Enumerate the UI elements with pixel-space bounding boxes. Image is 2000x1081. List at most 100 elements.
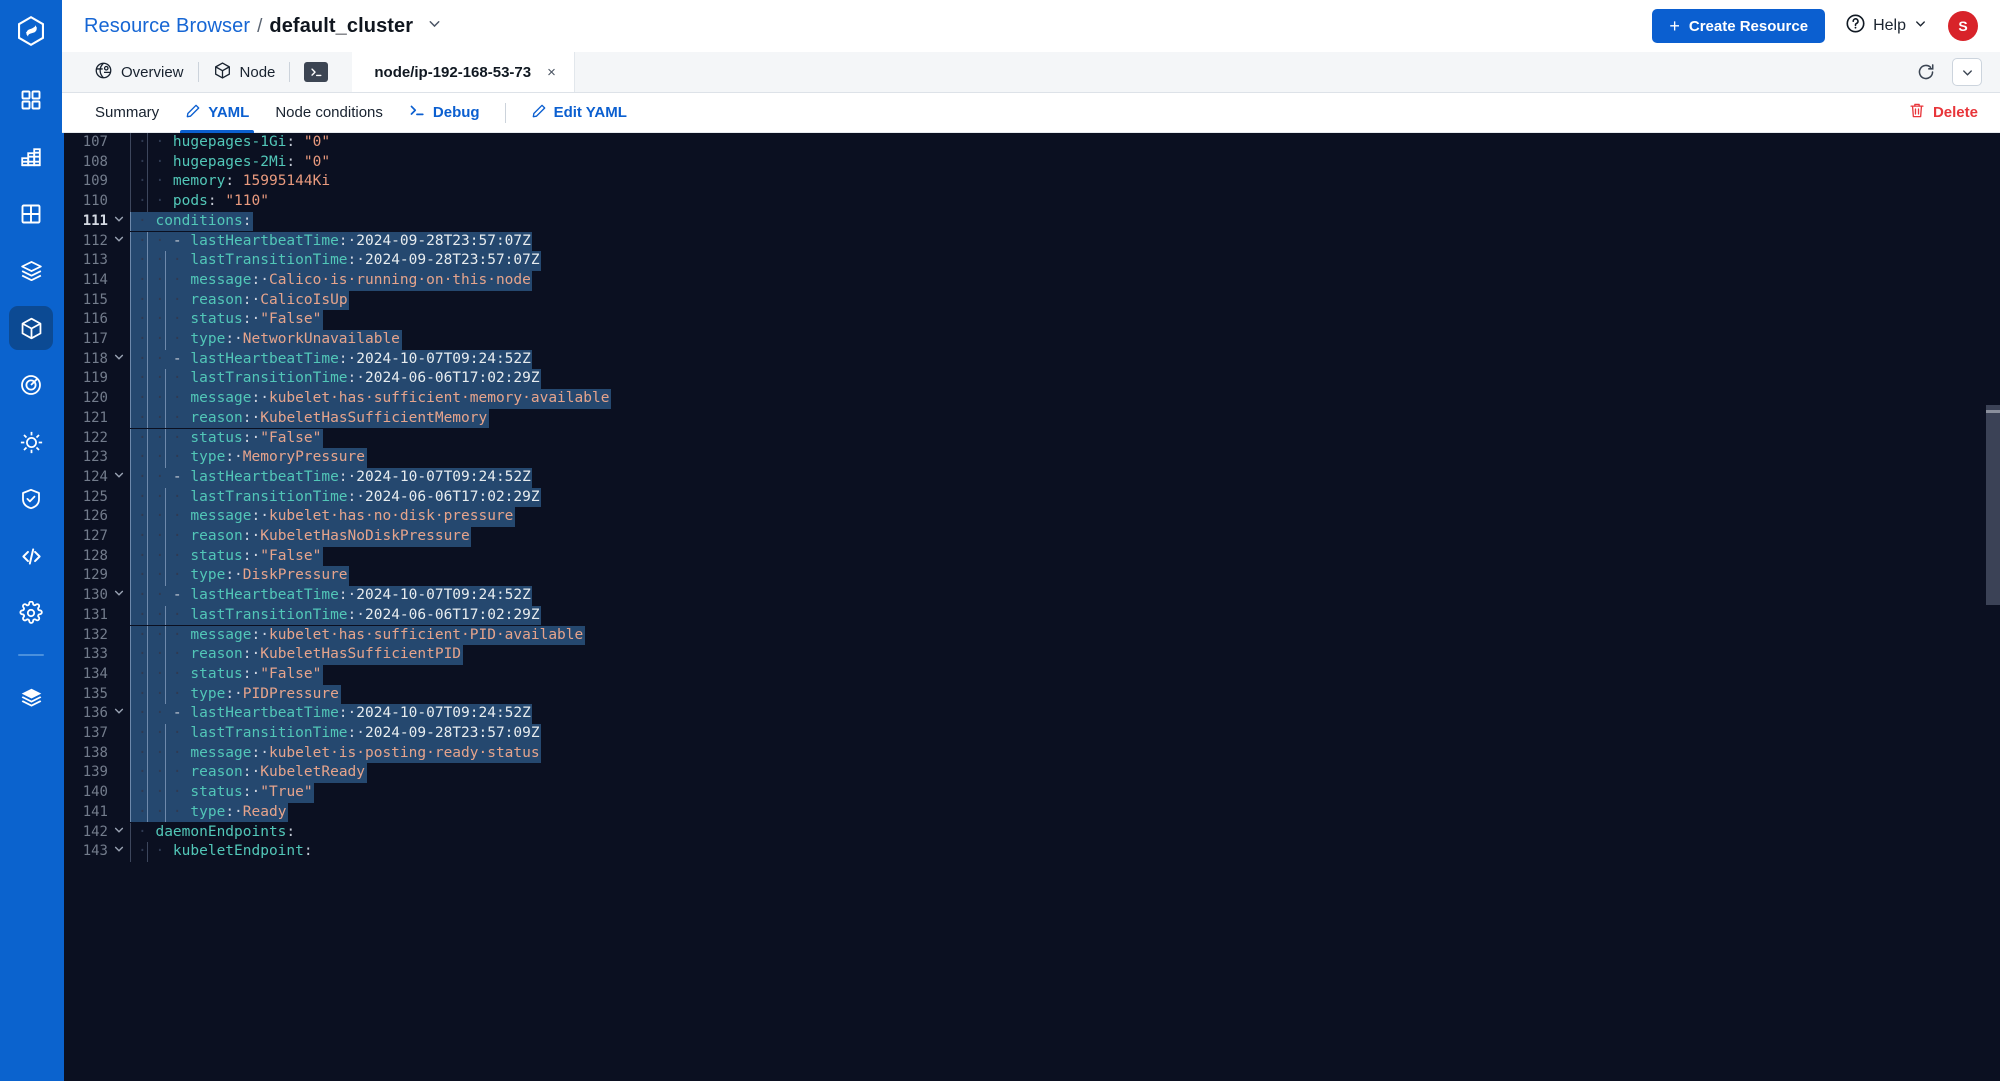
sidebar-item-workloads[interactable] — [9, 249, 53, 293]
code-line[interactable]: 136 · · - lastHeartbeatTime:·2024-10-07T0… — [62, 704, 2000, 724]
sidebar-item-observability[interactable] — [9, 363, 53, 407]
close-icon[interactable]: × — [547, 64, 556, 81]
tabstrip-actions — [1914, 52, 2000, 92]
fold-chevron-down-icon[interactable] — [108, 842, 130, 862]
fold-chevron-down-icon[interactable] — [108, 704, 130, 724]
code-line[interactable]: 127 · · · reason:·KubeletHasNoDiskPressur… — [62, 527, 2000, 547]
indent-guide — [147, 625, 149, 646]
create-resource-button[interactable]: + Create Resource — [1652, 9, 1826, 43]
indent-guide — [147, 349, 149, 370]
app-logo[interactable] — [0, 0, 62, 62]
fold-chevron-down-icon[interactable] — [108, 823, 130, 843]
code-line[interactable]: 121 · · · reason:·KubeletHasSufficientMem… — [62, 408, 2000, 429]
code-line[interactable]: 120 · · · message:·kubelet·has·sufficient… — [62, 389, 2000, 409]
code-line[interactable]: 122 · · · status:·"False" — [62, 428, 2000, 449]
avatar[interactable]: S — [1948, 11, 1978, 41]
code-line[interactable]: 141 · · · type:·Ready — [62, 802, 2000, 823]
sidebar-item-settings[interactable] — [9, 591, 53, 635]
subtab-node-conditions[interactable]: Node conditions — [262, 93, 396, 133]
delete-button[interactable]: Delete — [1905, 102, 1982, 123]
line-number: 117 — [82, 331, 108, 347]
code-line[interactable]: 133 · · · reason:·KubeletHasSufficientPID — [62, 645, 2000, 665]
scrollbar-thumb[interactable] — [1986, 405, 2000, 605]
line-number: 121 — [82, 409, 108, 426]
sidebar-item-tables[interactable] — [9, 192, 53, 236]
refresh-icon[interactable] — [1914, 60, 1938, 84]
indent-guide — [164, 389, 166, 409]
tab-node[interactable]: Node — [199, 52, 290, 93]
fold-chevron-down-icon[interactable] — [108, 350, 130, 370]
edit-yaml-button[interactable]: Edit YAML — [518, 93, 640, 133]
code-line[interactable]: 140 · · · status:·"True" — [62, 783, 2000, 803]
fold-chevron-down-icon[interactable] — [108, 586, 130, 606]
yaml-editor[interactable]: 107 · · hugepages-1Gi: "0" 108 · · hugepage… — [62, 133, 2000, 1081]
fold-chevron-down-icon[interactable] — [108, 468, 130, 488]
subtab-yaml[interactable]: YAML — [172, 93, 262, 133]
code-line[interactable]: 123 · · · type:·MemoryPressure — [62, 448, 2000, 468]
code-line[interactable]: 109 · · memory: 15995144Ki — [62, 172, 2000, 193]
help-menu[interactable]: Help — [1845, 13, 1928, 39]
fold-chevron-down-icon[interactable] — [108, 212, 130, 232]
sidebar-item-security[interactable] — [9, 477, 53, 521]
subtab-debug[interactable]: Debug — [396, 93, 493, 133]
code-line[interactable]: 128 · · · status:·"False" — [62, 546, 2000, 567]
code-line[interactable]: 107 · · hugepages-1Gi: "0" — [62, 133, 2000, 153]
code-line[interactable]: 125 · · · lastTransitionTime:·2024-06-06T… — [62, 487, 2000, 508]
chevron-down-icon[interactable] — [1952, 58, 1982, 86]
breadcrumb-root-link[interactable]: Resource Browser — [84, 15, 250, 38]
code-line[interactable]: 119 · · · lastTransitionTime:·2024-06-06T… — [62, 369, 2000, 390]
tab-strip: Overview Node node/ip-192-168-53-73 × — [62, 52, 2000, 93]
indent-guide — [147, 842, 149, 862]
tab-overview[interactable]: Overview — [80, 52, 198, 93]
code-line[interactable]: 135 · · · type:·PIDPressure — [62, 684, 2000, 705]
help-circle-icon — [1845, 13, 1866, 39]
fold-chevron-down-icon[interactable] — [108, 232, 130, 252]
code-line[interactable]: 126 · · · message:·kubelet·has·no·disk·pr… — [62, 507, 2000, 527]
code-line[interactable]: 111 · conditions: — [62, 211, 2000, 232]
code-text: · · hugepages-2Mi: "0" — [130, 152, 2000, 173]
code-line[interactable]: 110 · · pods: "110" — [62, 192, 2000, 212]
code-line[interactable]: 142 · daemonEndpoints: — [62, 822, 2000, 843]
code-line[interactable]: 139 · · · reason:·KubeletReady — [62, 763, 2000, 784]
target-circle-icon — [19, 373, 43, 397]
code-line[interactable]: 137 · · · lastTransitionTime:·2024-09-28T… — [62, 724, 2000, 744]
sidebar-item-metrics[interactable] — [9, 135, 53, 179]
subtab-summary[interactable]: Summary — [82, 93, 172, 133]
code-line[interactable]: 130 · · - lastHeartbeatTime:·2024-10-07T0… — [62, 586, 2000, 606]
code-line[interactable]: 108 · · hugepages-2Mi: "0" — [62, 152, 2000, 173]
indent-guide — [130, 251, 131, 271]
sidebar-item-helm[interactable] — [9, 420, 53, 464]
code-line[interactable]: 114 · · · message:·Calico·is·running·on·t… — [62, 270, 2000, 291]
line-number: 116 — [82, 311, 108, 328]
code-line[interactable]: 134 · · · status:·"False" — [62, 664, 2000, 685]
code-line[interactable]: 129 · · · type:·DiskPressure — [62, 566, 2000, 587]
code-line[interactable]: 116 · · · status:·"False" — [62, 310, 2000, 330]
code-text: · · kubeletEndpoint: — [130, 842, 2000, 862]
indent-guide — [164, 428, 166, 449]
code-line[interactable]: 117 · · · type:·NetworkUnavailable — [62, 330, 2000, 350]
code-line[interactable]: 118 · · - lastHeartbeatTime:·2024-10-07T0… — [62, 349, 2000, 370]
document-tab-node[interactable]: node/ip-192-168-53-73 × — [352, 52, 575, 92]
sidebar-item-resource-browser[interactable] — [9, 306, 53, 350]
code-line[interactable]: 131 · · · lastTransitionTime:·2024-06-06T… — [62, 605, 2000, 626]
pencil-icon — [185, 103, 201, 123]
indent-guide — [130, 783, 131, 803]
sidebar-item-code[interactable] — [9, 534, 53, 578]
sidebar-item-dashboard[interactable] — [9, 78, 53, 122]
indent-guide — [164, 527, 166, 547]
line-number: 127 — [82, 528, 108, 544]
sidebar-item-stacks[interactable] — [9, 676, 53, 720]
code-line[interactable]: 115 · · · reason:·CalicoIsUp — [62, 290, 2000, 311]
terminal-icon[interactable] — [304, 62, 329, 82]
code-line[interactable]: 143 · · kubeletEndpoint: — [62, 842, 2000, 862]
code-line[interactable]: 112 · · - lastHeartbeatTime:·2024-09-28T2… — [62, 231, 2000, 252]
indent-guide — [147, 664, 149, 685]
code-line[interactable]: 138 · · · message:·kubelet·is·posting·rea… — [62, 743, 2000, 764]
code-line[interactable]: 132 · · · message:·kubelet·has·sufficient… — [62, 625, 2000, 646]
cluster-chevron-down-icon[interactable] — [426, 15, 443, 32]
code-line[interactable]: 124 · · - lastHeartbeatTime:·2024-10-07T0… — [62, 467, 2000, 488]
code-line[interactable]: 113 · · · lastTransitionTime:·2024-09-28T… — [62, 251, 2000, 271]
code-viewport[interactable]: 107 · · hugepages-1Gi: "0" 108 · · hugepage… — [62, 133, 2000, 1081]
editor-vertical-scrollbar[interactable] — [1986, 133, 2000, 1081]
line-number: 129 — [82, 567, 108, 584]
